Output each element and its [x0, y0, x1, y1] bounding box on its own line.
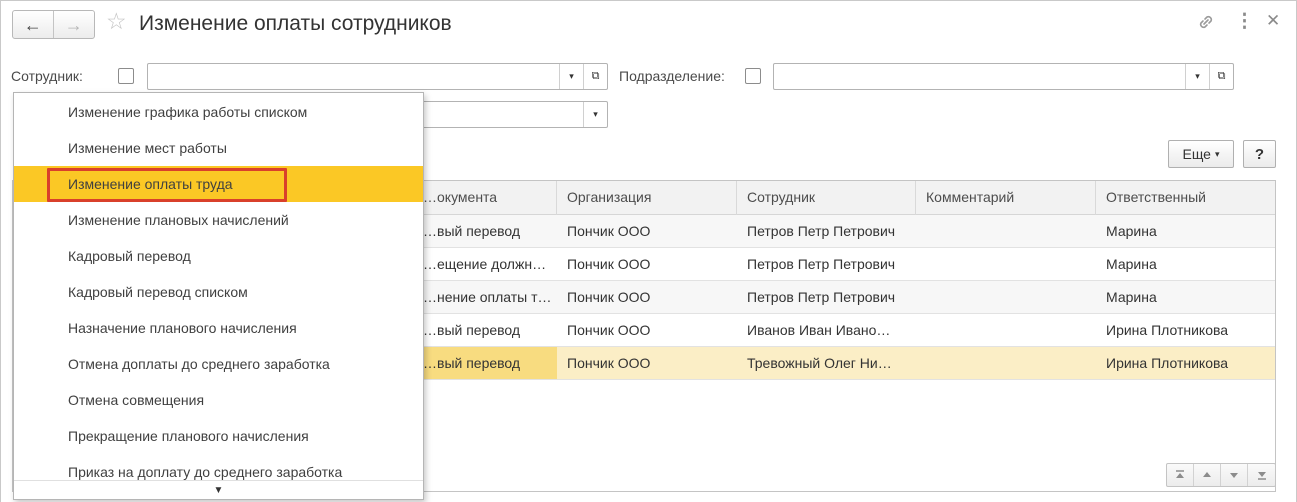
- navigation-buttons: ← →: [12, 10, 95, 39]
- cell-responsible: Ирина Плотникова: [1106, 322, 1229, 338]
- more-actions-label: Еще: [1182, 146, 1211, 162]
- cell-document: …нение оплаты т…: [423, 289, 552, 305]
- chevron-down-icon: ▾: [1214, 148, 1220, 159]
- menu-item[interactable]: Прекращение планового начисления: [14, 418, 423, 454]
- highlight-outline: [47, 168, 287, 202]
- cell-organization: Пончик ООО: [567, 256, 651, 272]
- cell-responsible: Марина: [1106, 223, 1157, 239]
- column-header-responsible[interactable]: Ответственный: [1096, 181, 1275, 215]
- cell-comment: [916, 281, 1096, 313]
- open-icon[interactable]: ⧉: [1209, 64, 1233, 89]
- cell-comment: [916, 248, 1096, 280]
- cell-document: …вый перевод: [423, 322, 521, 338]
- more-vertical-icon[interactable]: ⋮: [1235, 12, 1254, 31]
- cell-organization: Пончик ООО: [567, 322, 651, 338]
- menu-item[interactable]: Изменение плановых начислений: [14, 202, 423, 238]
- department-filter-field[interactable]: ▾ ⧉: [773, 63, 1234, 90]
- menu-item[interactable]: Изменение мест работы: [14, 130, 423, 166]
- cell-employee: Петров Петр Петрович: [747, 256, 896, 272]
- cell-organization: Пончик ООО: [567, 289, 651, 305]
- column-header-comment[interactable]: Комментарий: [916, 181, 1096, 215]
- cell-employee: Петров Петр Петрович: [747, 289, 896, 305]
- cell-organization: Пончик ООО: [567, 355, 651, 371]
- cell-responsible: Ирина Плотникова: [1106, 355, 1229, 371]
- help-button[interactable]: ?: [1243, 140, 1276, 168]
- menu-item[interactable]: Кадровый перевод списком: [14, 274, 423, 310]
- more-actions-button[interactable]: Еще ▾: [1168, 140, 1234, 168]
- employee-filter-label: Сотрудник:: [11, 68, 83, 84]
- employee-filter-checkbox[interactable]: [118, 68, 134, 84]
- menu-item[interactable]: Изменение графика работы списком: [14, 94, 423, 130]
- column-header-organization[interactable]: Организация: [557, 181, 737, 215]
- cell-document: …ещение должн…: [423, 256, 547, 272]
- menu-item[interactable]: Отмена совмещения: [14, 382, 423, 418]
- cell-responsible: Марина: [1106, 256, 1157, 272]
- cell-comment: [916, 215, 1096, 247]
- cell-employee: Иванов Иван Ивано…: [747, 322, 891, 338]
- menu-scroll-down-icon[interactable]: ▼: [14, 480, 423, 499]
- scroll-last-icon[interactable]: [1248, 464, 1275, 486]
- cell-comment: [916, 314, 1096, 346]
- scroll-first-icon[interactable]: [1167, 464, 1194, 486]
- menu-item[interactable]: Кадровый перевод: [14, 238, 423, 274]
- menu-item[interactable]: Отмена доплаты до среднего заработка: [14, 346, 423, 382]
- scroll-up-icon[interactable]: [1194, 464, 1221, 486]
- favorite-star-icon[interactable]: ☆: [106, 10, 127, 33]
- document-type-dropdown: Изменение графика работы списком Изменен…: [13, 92, 424, 500]
- cell-employee: Петров Петр Петрович: [747, 223, 896, 239]
- forward-icon[interactable]: →: [54, 11, 95, 38]
- cell-document: …вый перевод: [423, 223, 521, 239]
- department-filter-label: Подразделение:: [619, 68, 725, 84]
- link-icon[interactable]: [1196, 12, 1216, 35]
- scroll-down-icon[interactable]: [1221, 464, 1248, 486]
- close-icon[interactable]: ✕: [1266, 12, 1280, 29]
- chevron-down-icon[interactable]: ▾: [583, 102, 607, 127]
- cell-comment: [916, 347, 1096, 379]
- chevron-down-icon[interactable]: ▾: [559, 64, 583, 89]
- table-scroll-buttons: [1166, 463, 1276, 487]
- column-header-employee[interactable]: Сотрудник: [737, 181, 916, 215]
- department-filter-checkbox[interactable]: [745, 68, 761, 84]
- cell-organization: Пончик ООО: [567, 223, 651, 239]
- cell-responsible: Марина: [1106, 289, 1157, 305]
- back-icon[interactable]: ←: [13, 11, 54, 38]
- chevron-down-icon[interactable]: ▾: [1185, 64, 1209, 89]
- employee-filter-field[interactable]: ▾ ⧉: [147, 63, 608, 90]
- page-title: Изменение оплаты сотрудников: [139, 12, 452, 35]
- open-icon[interactable]: ⧉: [583, 64, 607, 89]
- cell-document: …вый перевод: [413, 347, 557, 379]
- menu-item[interactable]: Назначение планового начисления: [14, 310, 423, 346]
- cell-employee: Тревожный Олег Ни…: [747, 355, 892, 371]
